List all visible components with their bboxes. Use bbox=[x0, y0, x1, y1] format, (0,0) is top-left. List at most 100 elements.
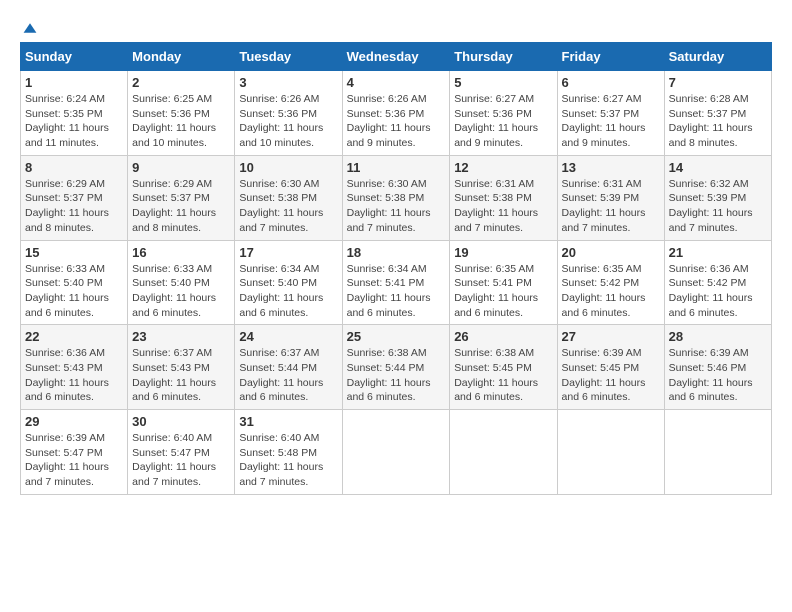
day-number: 7 bbox=[669, 75, 767, 90]
day-info: Sunrise: 6:31 AMSunset: 5:38 PMDaylight:… bbox=[454, 177, 552, 236]
day-number: 29 bbox=[25, 414, 123, 429]
day-number: 13 bbox=[562, 160, 660, 175]
day-info: Sunrise: 6:39 AMSunset: 5:46 PMDaylight:… bbox=[669, 346, 767, 405]
day-info: Sunrise: 6:39 AMSunset: 5:45 PMDaylight:… bbox=[562, 346, 660, 405]
calendar-cell: 11 Sunrise: 6:30 AMSunset: 5:38 PMDaylig… bbox=[342, 155, 450, 240]
calendar-week-row: 8 Sunrise: 6:29 AMSunset: 5:37 PMDayligh… bbox=[21, 155, 772, 240]
day-number: 1 bbox=[25, 75, 123, 90]
calendar-cell: 3 Sunrise: 6:26 AMSunset: 5:36 PMDayligh… bbox=[235, 71, 342, 156]
calendar-table: SundayMondayTuesdayWednesdayThursdayFrid… bbox=[20, 42, 772, 495]
day-info: Sunrise: 6:36 AMSunset: 5:43 PMDaylight:… bbox=[25, 346, 123, 405]
calendar-header-saturday: Saturday bbox=[664, 43, 771, 71]
calendar-cell: 4 Sunrise: 6:26 AMSunset: 5:36 PMDayligh… bbox=[342, 71, 450, 156]
calendar-cell: 19 Sunrise: 6:35 AMSunset: 5:41 PMDaylig… bbox=[450, 240, 557, 325]
day-number: 31 bbox=[239, 414, 337, 429]
day-info: Sunrise: 6:33 AMSunset: 5:40 PMDaylight:… bbox=[25, 262, 123, 321]
day-number: 2 bbox=[132, 75, 230, 90]
calendar-cell bbox=[557, 410, 664, 495]
day-info: Sunrise: 6:33 AMSunset: 5:40 PMDaylight:… bbox=[132, 262, 230, 321]
day-info: Sunrise: 6:32 AMSunset: 5:39 PMDaylight:… bbox=[669, 177, 767, 236]
calendar-cell: 18 Sunrise: 6:34 AMSunset: 5:41 PMDaylig… bbox=[342, 240, 450, 325]
calendar-cell: 12 Sunrise: 6:31 AMSunset: 5:38 PMDaylig… bbox=[450, 155, 557, 240]
calendar-cell: 2 Sunrise: 6:25 AMSunset: 5:36 PMDayligh… bbox=[128, 71, 235, 156]
day-info: Sunrise: 6:29 AMSunset: 5:37 PMDaylight:… bbox=[132, 177, 230, 236]
calendar-cell: 21 Sunrise: 6:36 AMSunset: 5:42 PMDaylig… bbox=[664, 240, 771, 325]
day-number: 28 bbox=[669, 329, 767, 344]
calendar-cell bbox=[664, 410, 771, 495]
day-info: Sunrise: 6:37 AMSunset: 5:44 PMDaylight:… bbox=[239, 346, 337, 405]
day-info: Sunrise: 6:36 AMSunset: 5:42 PMDaylight:… bbox=[669, 262, 767, 321]
calendar-cell: 20 Sunrise: 6:35 AMSunset: 5:42 PMDaylig… bbox=[557, 240, 664, 325]
calendar-header-tuesday: Tuesday bbox=[235, 43, 342, 71]
day-info: Sunrise: 6:35 AMSunset: 5:42 PMDaylight:… bbox=[562, 262, 660, 321]
calendar-cell: 29 Sunrise: 6:39 AMSunset: 5:47 PMDaylig… bbox=[21, 410, 128, 495]
day-number: 4 bbox=[347, 75, 446, 90]
day-info: Sunrise: 6:40 AMSunset: 5:48 PMDaylight:… bbox=[239, 431, 337, 490]
calendar-cell: 22 Sunrise: 6:36 AMSunset: 5:43 PMDaylig… bbox=[21, 325, 128, 410]
calendar-cell: 27 Sunrise: 6:39 AMSunset: 5:45 PMDaylig… bbox=[557, 325, 664, 410]
day-info: Sunrise: 6:27 AMSunset: 5:37 PMDaylight:… bbox=[562, 92, 660, 151]
day-info: Sunrise: 6:30 AMSunset: 5:38 PMDaylight:… bbox=[239, 177, 337, 236]
day-number: 20 bbox=[562, 245, 660, 260]
calendar-week-row: 15 Sunrise: 6:33 AMSunset: 5:40 PMDaylig… bbox=[21, 240, 772, 325]
page-header bbox=[20, 20, 772, 32]
day-number: 27 bbox=[562, 329, 660, 344]
calendar-cell: 9 Sunrise: 6:29 AMSunset: 5:37 PMDayligh… bbox=[128, 155, 235, 240]
day-number: 21 bbox=[669, 245, 767, 260]
day-number: 12 bbox=[454, 160, 552, 175]
calendar-week-row: 1 Sunrise: 6:24 AMSunset: 5:35 PMDayligh… bbox=[21, 71, 772, 156]
day-info: Sunrise: 6:29 AMSunset: 5:37 PMDaylight:… bbox=[25, 177, 123, 236]
day-info: Sunrise: 6:28 AMSunset: 5:37 PMDaylight:… bbox=[669, 92, 767, 151]
day-number: 26 bbox=[454, 329, 552, 344]
day-number: 30 bbox=[132, 414, 230, 429]
calendar-cell: 26 Sunrise: 6:38 AMSunset: 5:45 PMDaylig… bbox=[450, 325, 557, 410]
day-info: Sunrise: 6:34 AMSunset: 5:41 PMDaylight:… bbox=[347, 262, 446, 321]
day-number: 3 bbox=[239, 75, 337, 90]
calendar-header-monday: Monday bbox=[128, 43, 235, 71]
calendar-cell: 16 Sunrise: 6:33 AMSunset: 5:40 PMDaylig… bbox=[128, 240, 235, 325]
calendar-cell: 25 Sunrise: 6:38 AMSunset: 5:44 PMDaylig… bbox=[342, 325, 450, 410]
day-info: Sunrise: 6:34 AMSunset: 5:40 PMDaylight:… bbox=[239, 262, 337, 321]
calendar-header-thursday: Thursday bbox=[450, 43, 557, 71]
day-info: Sunrise: 6:35 AMSunset: 5:41 PMDaylight:… bbox=[454, 262, 552, 321]
day-info: Sunrise: 6:37 AMSunset: 5:43 PMDaylight:… bbox=[132, 346, 230, 405]
logo-icon bbox=[22, 20, 38, 36]
day-info: Sunrise: 6:26 AMSunset: 5:36 PMDaylight:… bbox=[347, 92, 446, 151]
calendar-week-row: 29 Sunrise: 6:39 AMSunset: 5:47 PMDaylig… bbox=[21, 410, 772, 495]
day-number: 25 bbox=[347, 329, 446, 344]
calendar-cell: 5 Sunrise: 6:27 AMSunset: 5:36 PMDayligh… bbox=[450, 71, 557, 156]
calendar-cell: 31 Sunrise: 6:40 AMSunset: 5:48 PMDaylig… bbox=[235, 410, 342, 495]
calendar-cell bbox=[450, 410, 557, 495]
day-info: Sunrise: 6:26 AMSunset: 5:36 PMDaylight:… bbox=[239, 92, 337, 151]
calendar-cell: 13 Sunrise: 6:31 AMSunset: 5:39 PMDaylig… bbox=[557, 155, 664, 240]
day-number: 5 bbox=[454, 75, 552, 90]
day-info: Sunrise: 6:38 AMSunset: 5:45 PMDaylight:… bbox=[454, 346, 552, 405]
day-number: 8 bbox=[25, 160, 123, 175]
day-info: Sunrise: 6:39 AMSunset: 5:47 PMDaylight:… bbox=[25, 431, 123, 490]
calendar-cell bbox=[342, 410, 450, 495]
calendar-cell: 7 Sunrise: 6:28 AMSunset: 5:37 PMDayligh… bbox=[664, 71, 771, 156]
day-number: 22 bbox=[25, 329, 123, 344]
day-info: Sunrise: 6:27 AMSunset: 5:36 PMDaylight:… bbox=[454, 92, 552, 151]
day-number: 10 bbox=[239, 160, 337, 175]
day-number: 17 bbox=[239, 245, 337, 260]
day-number: 6 bbox=[562, 75, 660, 90]
calendar-header-wednesday: Wednesday bbox=[342, 43, 450, 71]
calendar-cell: 6 Sunrise: 6:27 AMSunset: 5:37 PMDayligh… bbox=[557, 71, 664, 156]
calendar-cell: 30 Sunrise: 6:40 AMSunset: 5:47 PMDaylig… bbox=[128, 410, 235, 495]
calendar-header-friday: Friday bbox=[557, 43, 664, 71]
calendar-cell: 1 Sunrise: 6:24 AMSunset: 5:35 PMDayligh… bbox=[21, 71, 128, 156]
day-info: Sunrise: 6:30 AMSunset: 5:38 PMDaylight:… bbox=[347, 177, 446, 236]
logo bbox=[20, 20, 38, 32]
day-number: 19 bbox=[454, 245, 552, 260]
calendar-cell: 23 Sunrise: 6:37 AMSunset: 5:43 PMDaylig… bbox=[128, 325, 235, 410]
calendar-cell: 28 Sunrise: 6:39 AMSunset: 5:46 PMDaylig… bbox=[664, 325, 771, 410]
day-number: 16 bbox=[132, 245, 230, 260]
day-info: Sunrise: 6:38 AMSunset: 5:44 PMDaylight:… bbox=[347, 346, 446, 405]
day-number: 11 bbox=[347, 160, 446, 175]
calendar-cell: 10 Sunrise: 6:30 AMSunset: 5:38 PMDaylig… bbox=[235, 155, 342, 240]
day-number: 14 bbox=[669, 160, 767, 175]
day-number: 23 bbox=[132, 329, 230, 344]
day-number: 18 bbox=[347, 245, 446, 260]
day-number: 24 bbox=[239, 329, 337, 344]
